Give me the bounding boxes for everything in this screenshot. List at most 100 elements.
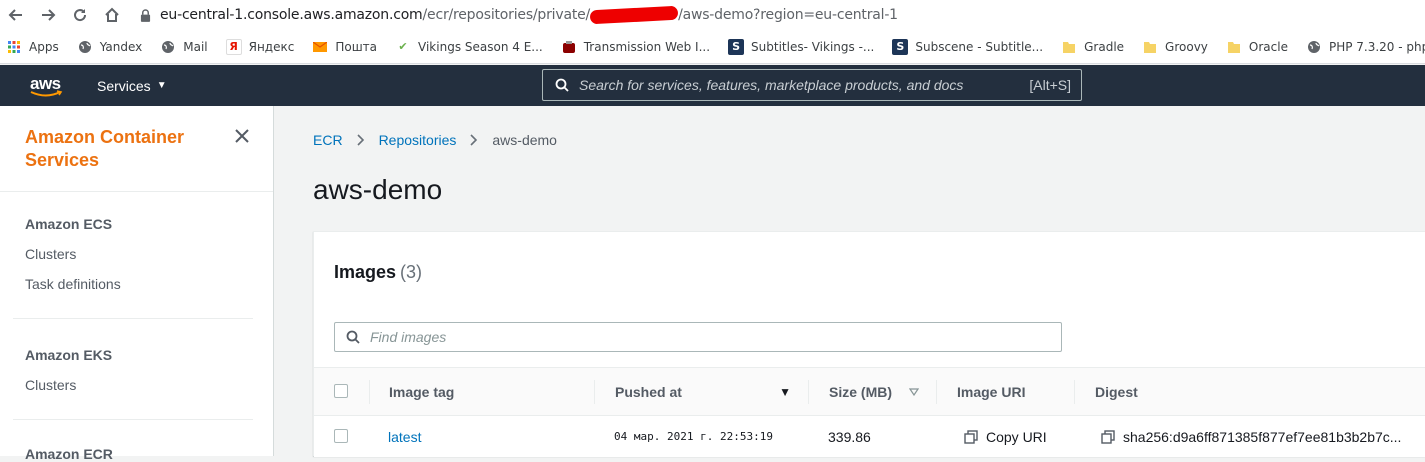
bookmark-label: Transmission Web I... [583,39,711,54]
bookmarks-bar: Apps Yandex Mail Я Яндекс Пошта ✔ Vikings Seaso… [0,30,1425,64]
bookmark-item[interactable]: Пошта [312,39,377,55]
pushed-at-value: 04 мар. 2021 г. 22:53:19 [614,430,773,443]
sidebar-item-eks-clusters[interactable]: Clusters [25,377,76,393]
sort-descending-icon: ▼ [779,384,791,399]
sidebar-heading-eks: Amazon EKS [25,347,113,363]
sidebar-item-ecs-clusters[interactable]: Clusters [25,246,76,262]
bookmark-label: Gradle [1084,39,1125,54]
divider [13,419,253,420]
chevron-right-icon [470,134,478,146]
sidebar-heading-ecs: Amazon ECS [25,216,113,232]
bookmark-label: Apps [29,39,59,54]
globe-icon [77,39,93,55]
column-header-size[interactable]: Size (MB) [829,368,919,415]
size-label: Size (MB) [829,383,892,400]
column-header-digest[interactable]: Digest [1095,368,1138,415]
bookmark-item[interactable]: Gradle [1061,39,1124,55]
table-header: Image tag Pushed at ▼ Size (MB) Image UR… [314,367,1425,416]
aws-top-nav: aws Services ▼ Search for services, feat… [0,65,1425,106]
images-heading: Images (3) [334,262,422,283]
address-field[interactable]: eu-central-1.console.aws.amazon.com/ecr/… [160,5,898,25]
s-icon: S [728,38,745,55]
column-header-image-uri[interactable]: Image URI [957,368,1025,415]
size-value: 339.86 [828,428,871,445]
folder-icon [1226,39,1242,55]
services-menu[interactable]: Services ▼ [97,78,167,94]
bookmark-item[interactable]: Yandex [77,39,142,55]
copy-uri-button[interactable]: Copy URI [964,416,1047,457]
breadcrumb-repositories[interactable]: Repositories [379,132,457,148]
bookmark-label: Subtitles- Vikings -... [751,39,875,54]
column-separator [594,380,595,404]
bookmark-label: Subscene - Subtitle... [915,39,1044,54]
unified-search-input[interactable]: Search for services, features, marketpla… [542,69,1082,101]
column-separator [369,380,370,404]
digest-text: sha256:d9a6ff871385f877ef7ee81b3b2b7c... [1123,428,1402,445]
column-separator [808,380,809,404]
bookmark-label: Пошта [335,39,378,54]
bookmark-item[interactable]: PHP 7.3.20 - phpinf... [1306,39,1425,55]
search-icon [555,78,569,92]
redacted-mark [589,5,679,25]
bookmark-label: Oracle [1248,39,1288,54]
breadcrumb-ecr[interactable]: ECR [313,132,343,148]
bookmark-item[interactable]: Oracle [1226,39,1288,55]
transmission-icon [561,39,577,55]
find-images-input[interactable]: Find images [334,322,1062,352]
column-separator [1074,380,1075,404]
bookmark-label: Vikings Season 4 E... [418,39,543,54]
folder-icon [1061,39,1077,55]
breadcrumb: ECR Repositories aws-demo [313,132,557,148]
bookmark-item[interactable]: Transmission Web I... [561,39,710,55]
close-icon[interactable] [234,128,250,144]
lock-icon[interactable] [140,8,152,22]
aws-logo[interactable]: aws [28,71,68,101]
column-header-image-tag[interactable]: Image tag [389,368,454,415]
globe-icon [160,39,176,55]
bookmark-item[interactable]: Apps [6,39,59,55]
yandex-icon: Я [225,38,242,55]
sidebar-title: Amazon Container Services [25,127,185,170]
sort-icon [909,387,919,396]
images-count: (3) [400,262,423,282]
bookmark-label: Mail [183,39,208,54]
side-navigation: Amazon Container Services Amazon ECS Clu… [0,106,274,462]
bookmark-item[interactable]: Groovy [1142,39,1208,55]
copy-icon [1101,429,1115,444]
copy-uri-label: Copy URI [986,428,1047,445]
sidebar-heading-ecr: Amazon ECR [25,446,113,462]
back-arrow-icon[interactable] [2,1,30,29]
column-header-pushed-at[interactable]: Pushed at ▼ [615,368,791,415]
digest-value[interactable]: sha256:d9a6ff871385f877ef7ee81b3b2b7c... [1101,416,1401,457]
find-images-placeholder: Find images [370,329,447,345]
image-tag-link[interactable]: latest [388,416,421,457]
bookmark-item[interactable]: S Subscene - Subtitle... [892,38,1044,55]
bookmark-item[interactable]: Mail [160,39,208,55]
search-icon [346,330,360,344]
services-label: Services [97,77,151,94]
chevron-right-icon [356,134,364,146]
bookmark-item[interactable]: ✔ Vikings Season 4 E... [395,39,543,55]
bookmark-item[interactable]: S Subtitles- Vikings -... [728,38,875,55]
home-icon[interactable] [98,1,126,29]
pushed-at-label: Pushed at [615,383,682,400]
forward-arrow-icon[interactable] [34,1,62,29]
select-all-checkbox[interactable] [334,384,348,398]
sidebar-item-task-definitions[interactable]: Task definitions [25,276,121,292]
bookmark-item[interactable]: Я Яндекс [225,38,294,55]
folder-icon [1142,39,1158,55]
images-panel: Images (3) Find images Image tag Pushed a… [313,231,1425,457]
mail-icon [312,39,328,55]
divider [13,318,253,319]
bookmark-label: PHP 7.3.20 - phpinf... [1328,39,1425,54]
search-shortcut: [Alt+S] [1029,77,1071,93]
check-icon: ✔ [398,40,408,53]
caret-down-icon: ▼ [156,80,167,91]
page-title: aws-demo [313,174,443,205]
apps-grid-icon [6,39,22,55]
globe-icon [1306,39,1322,55]
row-checkbox[interactable] [334,429,348,443]
reload-icon[interactable] [66,1,94,29]
copy-icon [964,429,978,444]
breadcrumb-current: aws-demo [492,132,557,148]
